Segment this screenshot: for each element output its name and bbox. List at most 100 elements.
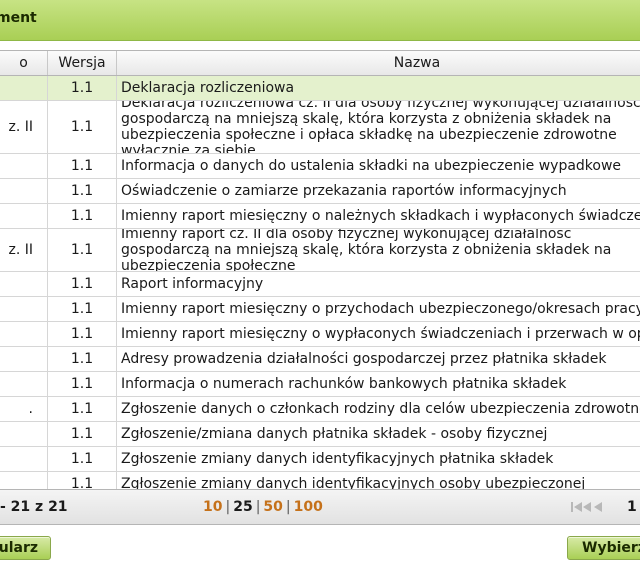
- page-size-10[interactable]: 10: [203, 499, 222, 515]
- row-version-text: 1.1: [70, 208, 94, 224]
- row-name-cell: Raport informacyjny: [117, 272, 640, 296]
- row-name-text: Imienny raport miesięczny o należnych sk…: [121, 208, 640, 224]
- row-code-cell: [0, 322, 48, 346]
- row-version-cell: 1.1: [48, 272, 117, 296]
- page-size-100[interactable]: 100: [294, 499, 323, 515]
- table-row[interactable]: 1.1 Informacja o numerach rachunków banko…: [0, 372, 640, 397]
- row-version-cell: 1.1: [48, 229, 117, 271]
- row-name-text: Raport informacyjny: [121, 276, 264, 292]
- row-code-cell: [0, 179, 48, 203]
- row-version-cell: 1.1: [48, 297, 117, 321]
- row-code-cell: [0, 272, 48, 296]
- row-version-cell: 1.1: [48, 179, 117, 203]
- row-version-text: 1.1: [70, 426, 94, 442]
- row-version-text: 1.1: [70, 301, 94, 317]
- row-code-cell: [0, 347, 48, 371]
- table-row[interactable]: z. II 1.1 Imienny raport cz. II dla osoby …: [0, 229, 640, 272]
- pager: - 21 z 21 10 | 25 | 50 | 100 1: [0, 489, 640, 525]
- row-code-cell: [0, 76, 48, 100]
- documents-table: o Wersja Nazwa 1.1 Deklaracja rozliczenio…: [0, 50, 640, 489]
- row-version-text: 1.1: [70, 376, 94, 392]
- table-row[interactable]: 1.1 Oświadczenie o zamiarze przekazania r…: [0, 179, 640, 204]
- row-name-cell: Zgłoszenie danych o członkach rodziny dl…: [117, 397, 640, 421]
- row-name-text: Imienny raport cz. II dla osoby fizyczne…: [121, 229, 612, 271]
- table-row[interactable]: . 1.1 Zgłoszenie danych o członkach rodzin…: [0, 397, 640, 422]
- panel-title: ment: [0, 10, 37, 26]
- row-version-text: 1.1: [70, 80, 94, 96]
- row-version-cell: 1.1: [48, 347, 117, 371]
- row-name-text: Zgłoszenie danych o członkach rodziny dl…: [121, 401, 640, 417]
- table-header: o Wersja Nazwa: [0, 51, 640, 76]
- table-row[interactable]: 1.1 Zgłoszenie zmiany danych identyfikacy…: [0, 472, 640, 489]
- table-row[interactable]: 1.1 Zgłoszenie zmiany danych identyfikacy…: [0, 447, 640, 472]
- row-code-cell: [0, 372, 48, 396]
- row-code-cell: [0, 472, 48, 489]
- form-button[interactable]: nularz: [0, 536, 51, 560]
- row-code-text: z. II: [8, 119, 33, 135]
- current-page: 1: [627, 499, 637, 515]
- row-version-text: 1.1: [70, 476, 94, 489]
- panel-header: ment: [0, 0, 640, 41]
- row-name-text: Zgłoszenie zmiany danych identyfikacyjny…: [121, 476, 586, 489]
- row-code-text: .: [28, 401, 33, 417]
- row-name-cell: Imienny raport miesięczny o wypłaconych …: [117, 322, 640, 346]
- row-name-cell: Imienny raport cz. II dla osoby fizyczne…: [117, 229, 640, 271]
- row-name-cell: Deklaracja rozliczeniowa: [117, 76, 640, 100]
- row-name-text: Zgłoszenie/zmiana danych płatnika składe…: [121, 426, 548, 442]
- row-name-cell: Oświadczenie o zamiarze przekazania rapo…: [117, 179, 640, 203]
- select-button[interactable]: Wybierz: [567, 536, 640, 560]
- column-header-code[interactable]: o: [0, 51, 48, 75]
- table-row[interactable]: 1.1 Imienny raport miesięczny o należnych…: [0, 204, 640, 229]
- row-version-cell: 1.1: [48, 204, 117, 228]
- row-version-cell: 1.1: [48, 447, 117, 471]
- table-row[interactable]: 1.1 Imienny raport miesięczny o wypłacony…: [0, 322, 640, 347]
- table-row[interactable]: 1.1 Adresy prowadzenia działalności gospo…: [0, 347, 640, 372]
- page-size-separator: |: [285, 499, 291, 515]
- row-version-text: 1.1: [70, 276, 94, 292]
- column-header-name[interactable]: Nazwa: [117, 51, 640, 75]
- row-name-text: Informacja o danych do ustalenia składki…: [121, 158, 622, 174]
- form-button-label: nularz: [0, 540, 38, 556]
- row-name-text: Imienny raport miesięczny o przychodach …: [121, 301, 640, 317]
- table-row[interactable]: z. II 1.1 Deklaracja rozliczeniowa cz. II …: [0, 101, 640, 154]
- row-version-text: 1.1: [70, 158, 94, 174]
- row-version-cell: 1.1: [48, 472, 117, 489]
- row-version-cell: 1.1: [48, 372, 117, 396]
- row-version-cell: 1.1: [48, 76, 117, 100]
- page-size-selector: 10 | 25 | 50 | 100: [203, 499, 323, 515]
- row-name-text: Adresy prowadzenia działalności gospodar…: [121, 351, 607, 367]
- table-row[interactable]: 1.1 Imienny raport miesięczny o przychoda…: [0, 297, 640, 322]
- page-size-separator: |: [225, 499, 231, 515]
- row-name-text: Oświadczenie o zamiarze przekazania rapo…: [121, 183, 567, 199]
- row-name-cell: Informacja o numerach rachunków bankowyc…: [117, 372, 640, 396]
- row-version-cell: 1.1: [48, 422, 117, 446]
- row-version-cell: 1.1: [48, 322, 117, 346]
- row-code-cell: z. II: [0, 101, 48, 153]
- table-row[interactable]: 1.1 Zgłoszenie/zmiana danych płatnika skł…: [0, 422, 640, 447]
- row-code-cell: z. II: [0, 229, 48, 271]
- row-name-cell: Zgłoszenie/zmiana danych płatnika składe…: [117, 422, 640, 446]
- row-version-text: 1.1: [70, 351, 94, 367]
- row-name-text: Informacja o numerach rachunków bankowyc…: [121, 376, 567, 392]
- row-name-cell: Zgłoszenie zmiany danych identyfikacyjny…: [117, 447, 640, 471]
- row-version-text: 1.1: [70, 242, 94, 258]
- row-version-text: 1.1: [70, 326, 94, 342]
- select-button-label: Wybierz: [582, 540, 640, 556]
- row-name-text: Deklaracja rozliczeniowa cz. II dla osob…: [121, 101, 640, 153]
- row-name-text: Imienny raport miesięczny o wypłaconych …: [121, 326, 640, 342]
- column-header-version[interactable]: Wersja: [48, 51, 117, 75]
- table-row[interactable]: 1.1 Raport informacyjny: [0, 272, 640, 297]
- row-version-text: 1.1: [70, 401, 94, 417]
- row-name-cell: Informacja o danych do ustalenia składki…: [117, 154, 640, 178]
- first-page-icon[interactable]: [571, 501, 603, 513]
- row-name-text: Zgłoszenie zmiany danych identyfikacyjny…: [121, 451, 554, 467]
- row-version-cell: 1.1: [48, 154, 117, 178]
- row-version-text: 1.1: [70, 119, 94, 135]
- row-version-text: 1.1: [70, 451, 94, 467]
- table-row[interactable]: 1.1 Informacja o danych do ustalenia skła…: [0, 154, 640, 179]
- table-row[interactable]: 1.1 Deklaracja rozliczeniowa: [0, 76, 640, 101]
- row-name-text: Deklaracja rozliczeniowa: [121, 80, 295, 96]
- page-size-25[interactable]: 25: [233, 499, 252, 515]
- page-size-50[interactable]: 50: [263, 499, 282, 515]
- row-code-cell: [0, 422, 48, 446]
